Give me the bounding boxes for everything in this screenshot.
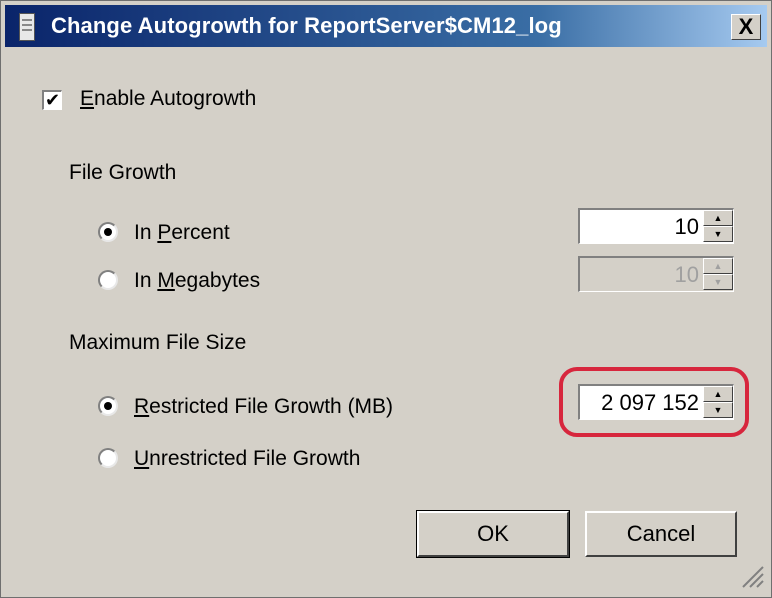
close-button[interactable]: X — [731, 14, 761, 40]
restricted-growth-radio[interactable] — [98, 396, 118, 416]
megabytes-spinbox: 10 ▲ ▼ — [578, 256, 734, 292]
megabytes-spin-down-icon: ▼ — [703, 274, 733, 290]
in-percent-label[interactable]: In Percent — [134, 221, 230, 245]
max-file-size-group-label: Maximum File Size — [69, 331, 247, 354]
in-percent-radio[interactable] — [98, 222, 118, 242]
unrestricted-growth-label[interactable]: Unrestricted File Growth — [134, 447, 360, 471]
window-icon — [19, 13, 35, 41]
ok-button[interactable]: OK — [416, 510, 570, 558]
in-megabytes-label[interactable]: In Megabytes — [134, 269, 260, 293]
megabytes-spin-buttons: ▲ ▼ — [703, 258, 733, 290]
megabytes-spin-up-icon: ▲ — [703, 258, 733, 274]
restricted-growth-label[interactable]: Restricted File Growth (MB) — [134, 395, 393, 419]
percent-spinbox[interactable]: 10 ▲ ▼ — [578, 208, 734, 244]
unrestricted-growth-radio[interactable] — [98, 448, 118, 468]
highlight-annotation — [559, 367, 749, 437]
percent-spin-up-icon[interactable]: ▲ — [703, 210, 733, 226]
megabytes-value: 10 — [674, 262, 699, 287]
percent-spin-down-icon[interactable]: ▼ — [703, 226, 733, 242]
percent-value: 10 — [674, 214, 699, 239]
in-megabytes-radio[interactable] — [98, 270, 118, 290]
file-growth-group-label: File Growth — [69, 161, 177, 184]
enable-autogrowth-label[interactable]: Enable Autogrowth — [80, 87, 256, 111]
cancel-button[interactable]: Cancel — [585, 511, 737, 557]
percent-spin-buttons: ▲ ▼ — [703, 210, 733, 242]
autogrowth-dialog: Change Autogrowth for ReportServer$CM12_… — [0, 0, 772, 598]
enable-autogrowth-checkbox[interactable]: ✔ — [42, 90, 62, 110]
resize-grip-icon[interactable] — [739, 563, 765, 589]
title-bar[interactable]: Change Autogrowth for ReportServer$CM12_… — [5, 5, 767, 47]
window-title: Change Autogrowth for ReportServer$CM12_… — [51, 13, 562, 38]
